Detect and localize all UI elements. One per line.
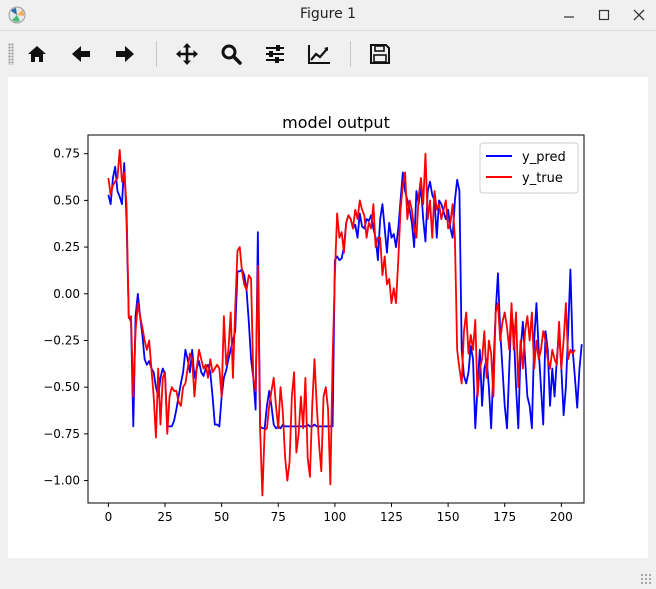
legend-label-y-true: y_true — [522, 171, 563, 186]
toolbar-grip[interactable] — [8, 43, 14, 65]
x-tick-label: 200 — [550, 510, 573, 524]
zoom-button[interactable] — [216, 39, 246, 69]
floppy-icon — [370, 44, 390, 64]
home-icon — [28, 46, 46, 62]
pan-button[interactable] — [172, 39, 202, 69]
x-tick-label: 175 — [493, 510, 516, 524]
x-tick-label: 25 — [157, 510, 172, 524]
x-tick-label: 50 — [214, 510, 229, 524]
series-line-y-pred — [107, 162, 583, 430]
y-tick-label: 0.50 — [53, 193, 80, 207]
plot-area[interactable]: model output 0 25 50 75 100 125 150 175 200 −1.0… — [8, 77, 648, 558]
minimize-icon — [564, 16, 574, 18]
move-icon — [176, 43, 198, 65]
toolbar-separator — [350, 41, 351, 67]
legend: y_pred y_true — [479, 142, 579, 194]
x-tick-label: 100 — [323, 510, 346, 524]
y-tick-label: −0.25 — [43, 333, 80, 347]
arrow-left-icon — [72, 46, 90, 62]
sliders-icon — [266, 45, 284, 63]
y-tick-label: −1.00 — [43, 474, 80, 488]
figure-canvas[interactable]: model output 0 25 50 75 100 125 150 175 200 −1.0… — [8, 77, 648, 558]
forward-button[interactable] — [110, 39, 140, 69]
home-button[interactable] — [22, 39, 52, 69]
back-button[interactable] — [66, 39, 96, 69]
close-button[interactable] — [622, 0, 656, 30]
maximize-icon — [598, 9, 610, 21]
legend-label-y-pred: y_pred — [522, 150, 566, 165]
chart-line-icon — [308, 45, 330, 64]
minimize-button[interactable] — [552, 0, 586, 30]
save-button[interactable] — [365, 39, 395, 69]
maximize-button[interactable] — [587, 0, 621, 30]
x-tick-label: 75 — [271, 510, 286, 524]
title-bar: Figure 1 — [0, 0, 656, 31]
magnifier-icon — [221, 44, 242, 65]
status-bar — [0, 558, 656, 589]
toolbar-separator — [156, 41, 157, 67]
close-icon — [633, 9, 645, 21]
chart-title: model output — [282, 113, 390, 132]
x-tick-label: 125 — [380, 510, 403, 524]
arrow-right-icon — [116, 46, 134, 62]
y-tick-label: 0.00 — [53, 287, 80, 301]
edit-axis-button[interactable] — [304, 39, 334, 69]
y-tick-label: −0.50 — [43, 380, 80, 394]
y-tick-label: −0.75 — [43, 427, 80, 441]
y-tick-label: 0.75 — [53, 147, 80, 161]
x-tick-label: 0 — [105, 510, 113, 524]
toolbar — [0, 31, 656, 77]
x-tick-label: 150 — [437, 510, 460, 524]
subplots-button[interactable] — [260, 39, 290, 69]
size-grip[interactable] — [640, 573, 652, 585]
y-tick-label: 0.25 — [53, 240, 80, 254]
series-line-y-true — [107, 149, 576, 497]
